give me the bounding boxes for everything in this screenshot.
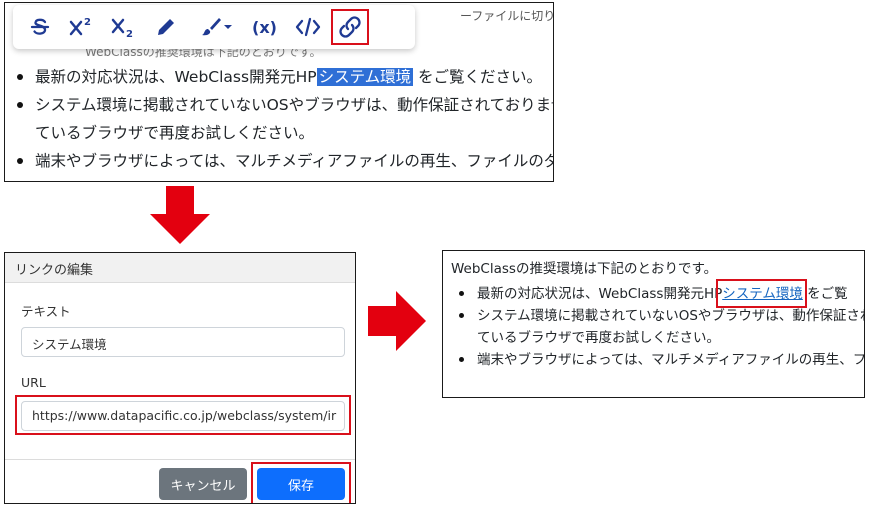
list-item: 端末やブラウザによっては、マルチメディアファイルの再生、ファイルのダウンロード xyxy=(13,147,553,175)
svg-text:(x): (x) xyxy=(252,18,277,37)
dialog-footer: キャンセル 保存 xyxy=(5,459,355,503)
arrow-down-icon xyxy=(150,186,210,244)
chevron-down-icon xyxy=(224,25,232,29)
link-highlight-box xyxy=(716,279,807,308)
variable-icon: (x) xyxy=(252,18,277,37)
cancel-button[interactable]: キャンセル xyxy=(159,468,247,500)
text-input[interactable]: システム環境 xyxy=(21,327,345,357)
text-label: テキスト xyxy=(21,304,71,319)
item-text: をご覧ください。 xyxy=(413,68,543,86)
editor-content[interactable]: 最新の対応状況は、WebClass開発元HP システム環境 をご覧ください。 シス… xyxy=(13,63,553,175)
subscript-icon: 2 xyxy=(111,18,133,39)
list-item: 端末やブラウザによっては、マルチメディアファイルの再生、ファイル xyxy=(451,349,864,371)
subscript-button[interactable]: 2 xyxy=(103,7,145,47)
result-content: 最新の対応状況は、WebClass開発元HPシステム環境 をご覧 システム環境に… xyxy=(451,279,864,371)
svg-text:2: 2 xyxy=(84,17,91,28)
intro-text: WebClassの推奨環境は下記のとおりです。 xyxy=(451,261,718,277)
list-item: 最新の対応状況は、WebClass開発元HP システム環境 をご覧ください。 xyxy=(13,63,553,91)
superscript-icon: 2 xyxy=(69,17,91,36)
url-label: URL xyxy=(21,375,46,390)
code-button[interactable] xyxy=(287,7,329,47)
item-text: をご覧 xyxy=(802,286,848,302)
superscript-button[interactable]: 2 xyxy=(61,7,103,47)
link-button[interactable] xyxy=(329,7,371,47)
variable-button[interactable]: (x) xyxy=(245,7,287,47)
list-item: 最新の対応状況は、WebClass開発元HPシステム環境 をご覧 xyxy=(451,279,864,308)
pen-icon xyxy=(158,19,174,35)
editor-panel: ーファイルに切り替え WebClassの推奨環境は下記のとおりです。 2 2 xyxy=(4,2,554,182)
selected-text[interactable]: システム環境 xyxy=(316,68,414,86)
brush-icon xyxy=(202,18,221,36)
arrow-right-icon xyxy=(368,291,426,351)
svg-text:2: 2 xyxy=(126,29,133,39)
item-text: 最新の対応状況は、WebClass開発元HP xyxy=(477,286,723,302)
strikethrough-button[interactable] xyxy=(19,7,61,47)
dialog-title: リンクの編集 xyxy=(5,253,355,283)
list-item: システム環境に掲載されていないOSやブラウザは、動作保証され xyxy=(451,305,864,327)
link-icon xyxy=(339,16,361,38)
save-highlight-box xyxy=(251,462,351,503)
item-text: 最新の対応状況は、WebClass開発元HP xyxy=(35,68,317,86)
list-item-continuation: ているブラウザで再度お試しください。 xyxy=(477,330,720,346)
background-text: ーファイルに切り替え xyxy=(460,9,553,23)
brush-dropdown-button[interactable] xyxy=(187,7,245,47)
result-panel: WebClassの推奨環境は下記のとおりです。 最新の対応状況は、WebClas… xyxy=(442,250,865,398)
editor-toolbar: 2 2 (x) xyxy=(13,5,415,49)
link-edit-dialog: リンクの編集 テキスト システム環境 URL https://www.datap… xyxy=(4,252,356,504)
code-icon xyxy=(295,17,321,37)
list-item-continuation: ているブラウザで再度お試しください。 xyxy=(35,124,315,142)
url-highlight-box xyxy=(15,395,351,435)
link-wrapper: システム環境 xyxy=(716,279,807,308)
list-item: システム環境に掲載されていないOSやブラウザは、動作保証されておりません。 xyxy=(13,91,553,119)
strikethrough-icon xyxy=(30,18,50,35)
pen-button[interactable] xyxy=(145,7,187,47)
